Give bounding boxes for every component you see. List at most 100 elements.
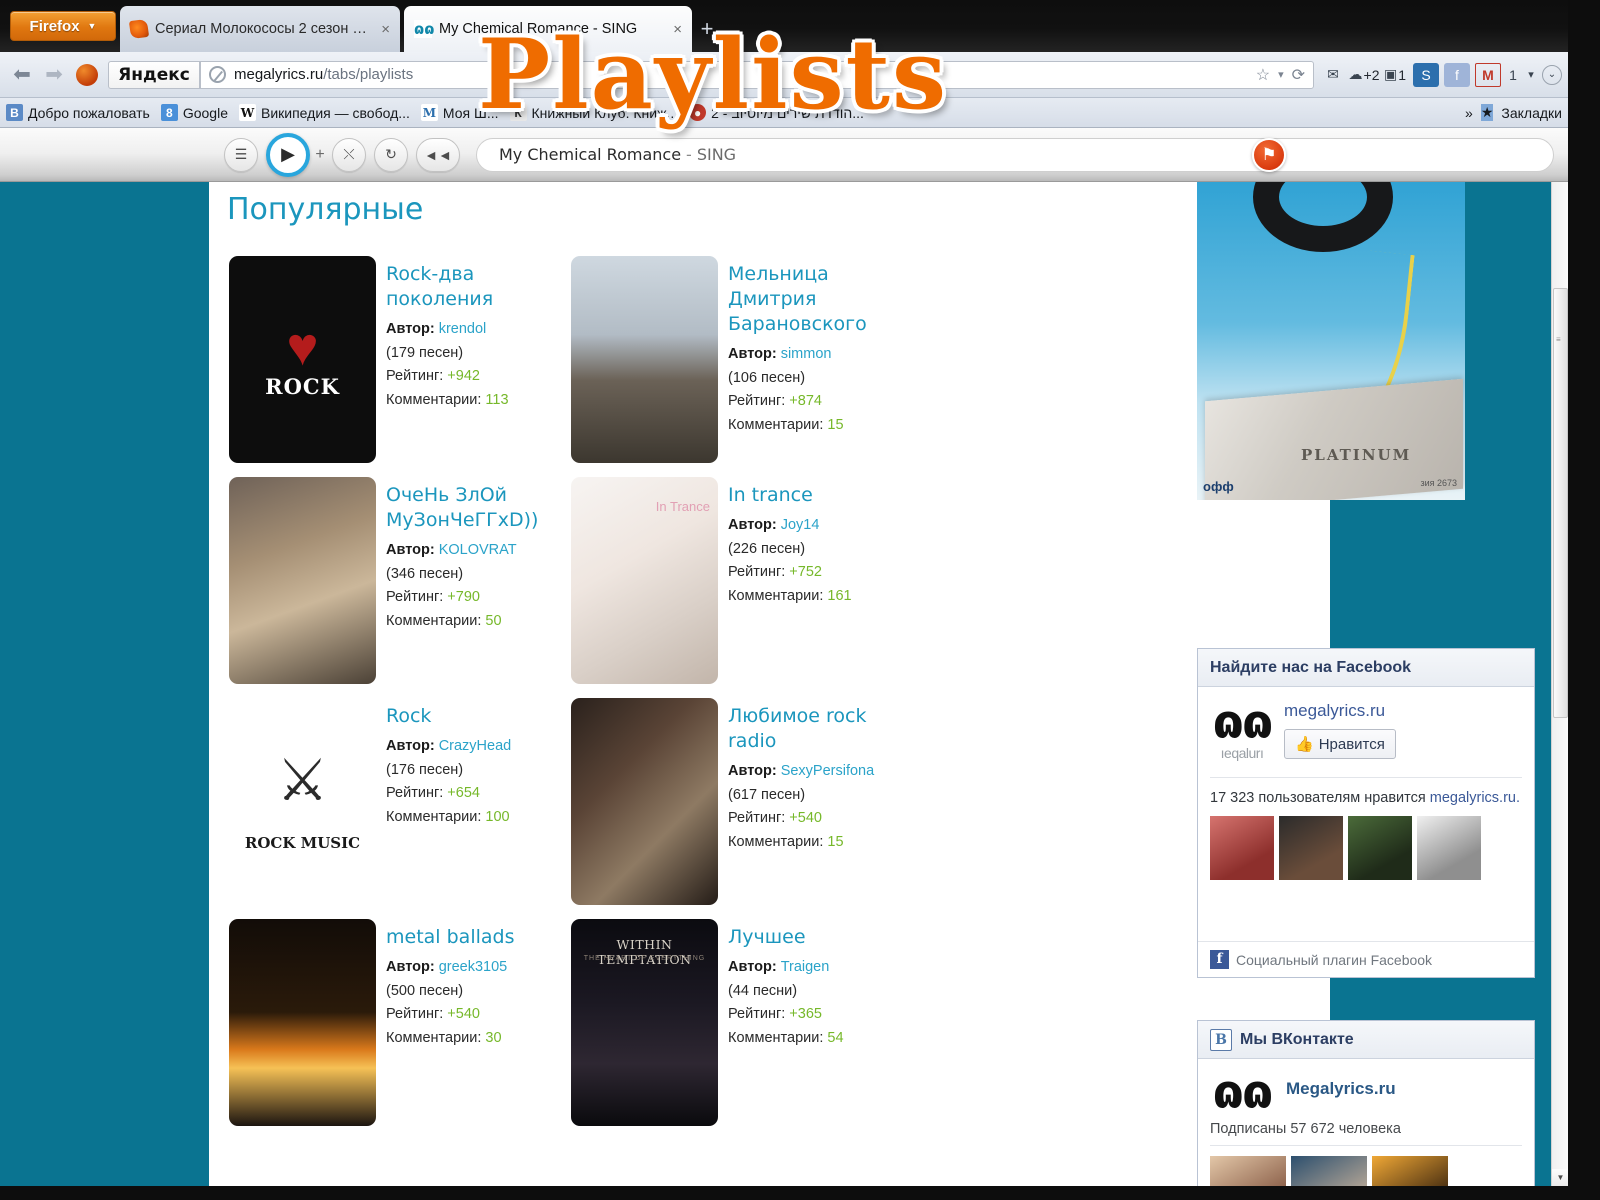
cloud-icon[interactable]: ☁ +2 bbox=[1349, 63, 1380, 87]
bookmarks-menu-label[interactable]: Закладки bbox=[1501, 105, 1562, 121]
playlist-card[interactable]: ⚔ ROCK MUSIC Rock Автор: CrazyHead (176 … bbox=[229, 698, 571, 905]
skype-icon[interactable]: S bbox=[1413, 62, 1439, 87]
playlist-title[interactable]: Любимое rock radio bbox=[728, 704, 913, 754]
fan-avatar[interactable] bbox=[1279, 815, 1343, 880]
search-engine-selector[interactable]: Яндекс bbox=[108, 60, 200, 89]
bookmark-label: 2 - הודדת שירים מיוטיוב... bbox=[711, 104, 864, 121]
playlist-thumbnail[interactable] bbox=[571, 698, 718, 905]
page-scrollbar[interactable]: ▲ ≡ ▼ bbox=[1551, 128, 1568, 1186]
facebook-count-link[interactable]: megalyrics.ru. bbox=[1430, 790, 1520, 806]
playlist-card[interactable]: Мельница Дмитрия Барановского Автор: sim… bbox=[571, 256, 913, 463]
playlist-author[interactable]: Traigen bbox=[781, 959, 830, 975]
url-path: /tabs/playlists bbox=[323, 66, 414, 83]
facebook-icon[interactable]: f bbox=[1444, 62, 1470, 87]
playlist-thumbnail[interactable] bbox=[229, 919, 376, 1126]
shuffle-button[interactable]: ⤬ bbox=[332, 137, 366, 172]
bookmark-label: Википедия — свобод... bbox=[261, 104, 410, 121]
fan-avatar[interactable] bbox=[1417, 815, 1481, 880]
tab-close-icon[interactable]: × bbox=[381, 21, 390, 38]
vk-member[interactable]: Виталий bbox=[1372, 1155, 1448, 1186]
back-button[interactable]: ⬅ bbox=[12, 62, 32, 87]
dislike-button[interactable]: ⚑ bbox=[1252, 138, 1286, 172]
repeat-button[interactable]: ↻ bbox=[374, 137, 408, 172]
playlist-thumbnail[interactable] bbox=[571, 256, 718, 463]
playlist-thumbnail[interactable]: ♥ ROCK bbox=[229, 256, 376, 463]
playlist-card[interactable]: ОчеНь ЗлОй МуЗонЧеГГxD)) Автор: KOLOVRAT… bbox=[229, 477, 571, 684]
playlist-card[interactable]: metal ballads Автор: greek3105 (500 песе… bbox=[229, 919, 571, 1126]
playlist-author[interactable]: greek3105 bbox=[439, 959, 508, 975]
bookmark-item[interactable]: B Добро пожаловать bbox=[6, 104, 150, 121]
avatar[interactable] bbox=[1372, 1155, 1448, 1186]
toolbar-icon-group: ✉ ☁ +2 ▣ 1 S f M 1 ▾ ⌄ bbox=[1320, 62, 1568, 87]
playlist-card[interactable]: WITHIN TEMPTATION THE HEART OF EVERYTHIN… bbox=[571, 919, 913, 1126]
playlist-author[interactable]: simmon bbox=[781, 346, 832, 362]
playlist-title[interactable]: Rock-два поколения bbox=[386, 262, 571, 312]
facebook-page-name[interactable]: megalyrics.ru bbox=[1284, 701, 1396, 721]
gmail-icon[interactable]: M bbox=[1475, 62, 1501, 87]
fan-avatar[interactable] bbox=[1210, 815, 1274, 880]
bookmark-item[interactable]: W Википедия — свобод... bbox=[239, 104, 410, 121]
playlist-title[interactable]: Rock bbox=[386, 704, 511, 729]
vk-member[interactable]: Алексей bbox=[1291, 1155, 1367, 1186]
play-button[interactable]: ▶ bbox=[266, 132, 310, 177]
fan-avatar[interactable] bbox=[1348, 815, 1412, 880]
firefox-menu-button[interactable]: Firefox ▼ bbox=[10, 11, 116, 41]
now-playing-field[interactable]: My Chemical Romance - SING bbox=[476, 137, 1554, 172]
ad-banner[interactable]: PLATINUM офф зия 2673 bbox=[1197, 178, 1465, 500]
site-identity-icon[interactable] bbox=[209, 66, 226, 83]
add-to-playlist-button[interactable]: + bbox=[312, 146, 328, 163]
address-bar[interactable]: megalyrics.ru/tabs/playlists ☆ ▾ ⟳ bbox=[200, 60, 1314, 89]
playlist-title[interactable]: Мельница Дмитрия Барановского bbox=[728, 262, 913, 337]
bookmark-item[interactable]: ● 2 - הודדת שירים מיוטיוב... bbox=[689, 104, 864, 121]
playlist-title[interactable]: Лучшее bbox=[728, 925, 844, 950]
overflow-icon[interactable]: ⌄ bbox=[1542, 64, 1562, 85]
playlist-title[interactable]: metal ballads bbox=[386, 925, 514, 950]
vk-member[interactable]: Александр bbox=[1210, 1155, 1286, 1186]
playlist-author[interactable]: CrazyHead bbox=[439, 738, 512, 754]
playlist-info: In trance Автор: Joy14 (226 песен) Рейти… bbox=[718, 477, 852, 684]
tab-close-icon[interactable]: × bbox=[673, 21, 682, 38]
rating-label: Рейтинг: bbox=[728, 1006, 786, 1023]
playlist-thumbnail[interactable]: WITHIN TEMPTATION THE HEART OF EVERYTHIN… bbox=[571, 919, 718, 1126]
vk-page-name[interactable]: Megalyrics.ru bbox=[1274, 1071, 1396, 1099]
avatar[interactable] bbox=[1291, 1155, 1367, 1186]
tab-title: My Chemical Romance - SING bbox=[439, 21, 638, 37]
playlist-thumbnail[interactable] bbox=[229, 477, 376, 684]
playlist-author[interactable]: KOLOVRAT bbox=[439, 542, 517, 558]
playlist-card[interactable]: In Trance In trance Автор: Joy14 (226 пе… bbox=[571, 477, 913, 684]
vk-widget-body: ɷɷ Megalyrics.ru bbox=[1198, 1059, 1534, 1115]
avatar[interactable] bbox=[1210, 1155, 1286, 1186]
bookmark-item[interactable]: M Моя Ш... bbox=[420, 104, 499, 121]
scrollbar-thumb[interactable] bbox=[1553, 288, 1568, 718]
playlist-card[interactable]: Любимое rock radio Автор: SexyPersifona … bbox=[571, 698, 913, 905]
bookmark-star-icon[interactable]: ☆ bbox=[1256, 65, 1270, 85]
playlist-title[interactable]: ОчеНь ЗлОй МуЗонЧеГГxD)) bbox=[386, 483, 571, 533]
reload-icon[interactable]: ⟳ bbox=[1292, 65, 1305, 85]
player-menu-button[interactable]: ☰ bbox=[224, 137, 258, 172]
scroll-down-arrow-icon[interactable]: ▼ bbox=[1552, 1169, 1568, 1186]
browser-tab-1[interactable]: Сериал Молокососы 2 сезон Skins ... × bbox=[120, 6, 400, 52]
browser-tab-2[interactable]: ɷɷ My Chemical Romance - SING × bbox=[404, 6, 692, 52]
playlist-title[interactable]: In trance bbox=[728, 483, 852, 508]
author-label: Автор: bbox=[728, 346, 777, 363]
chevron-down-icon[interactable]: ▾ bbox=[1278, 68, 1284, 81]
playlist-info: Rock-два поколения Автор: krendol (179 п… bbox=[376, 256, 571, 463]
chevron-down-icon: ▼ bbox=[87, 21, 97, 31]
rewind-button[interactable]: ◄◄ bbox=[416, 137, 460, 172]
playlist-author[interactable]: Joy14 bbox=[781, 517, 820, 533]
comments-label: Комментарии: bbox=[386, 1029, 482, 1046]
facebook-like-button[interactable]: 👍 Нравится bbox=[1284, 729, 1396, 759]
playlist-author[interactable]: SexyPersifona bbox=[781, 763, 875, 779]
forward-button[interactable]: ➡ bbox=[44, 62, 64, 87]
bookmarks-overflow-icon[interactable]: » bbox=[1465, 105, 1473, 121]
playlist-card[interactable]: ♥ ROCK Rock-два поколения Автор: krendol… bbox=[229, 256, 571, 463]
playlist-author[interactable]: krendol bbox=[439, 321, 487, 337]
playlist-thumbnail[interactable]: ⚔ ROCK MUSIC bbox=[229, 698, 376, 905]
mail-icon[interactable]: ✉ bbox=[1320, 63, 1346, 87]
notes-icon[interactable]: ▣ 1 bbox=[1382, 63, 1408, 87]
bookmark-item[interactable]: 8 Google bbox=[160, 104, 228, 121]
new-tab-button[interactable]: + bbox=[694, 16, 720, 42]
bookmark-item[interactable]: К Книжный Клуб. Книж... bbox=[509, 104, 678, 121]
playlist-thumbnail[interactable]: In Trance bbox=[571, 477, 718, 684]
chevron-down-icon[interactable]: ▾ bbox=[1525, 63, 1537, 87]
